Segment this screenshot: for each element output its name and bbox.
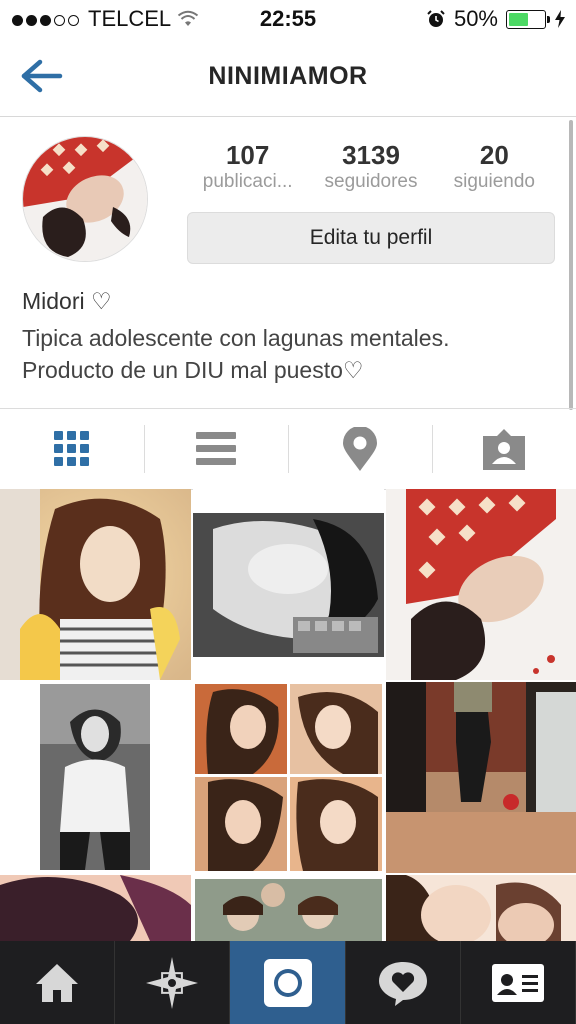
charging-bolt-icon [555,10,565,28]
posts-count: 107 [225,140,270,170]
tab-activity[interactable] [346,941,461,1024]
scrollbar[interactable] [569,120,573,410]
photo-thumbnail[interactable] [193,875,384,941]
back-button[interactable] [18,56,66,96]
bottom-tab-bar [0,941,576,1024]
grid-icon [54,431,89,466]
view-tabs [0,408,576,490]
profile-stats: 107 publicaci... 3139 seguidores 20 sigu… [186,140,556,194]
posts-label: publicaci... [202,171,293,192]
photo-thumbnail[interactable] [193,489,384,680]
followers-stat[interactable]: 3139 seguidores [309,140,432,194]
photo-thumbnail[interactable] [386,489,576,680]
photo-thumbnail[interactable] [386,682,576,873]
page-title: NINIMIAMOR [208,62,368,90]
navigation-bar: NINIMIAMOR [0,38,576,117]
profile-card-icon [491,963,544,1002]
photo-thumbnail[interactable] [193,682,384,873]
wifi-icon [178,10,199,26]
home-icon [36,963,79,1002]
list-icon [196,432,236,465]
explore-star-icon [146,956,199,1009]
following-label: siguiendo [453,171,535,192]
back-arrow-icon [21,59,63,93]
location-pin-icon [343,427,377,471]
tagged-person-icon [483,429,525,470]
followers-label: seguidores [324,171,418,192]
profile-name: Midori ♡ [22,288,112,314]
tab-grid-view[interactable] [0,409,144,489]
tab-home[interactable] [0,941,116,1024]
profile-bio: Tipica adolescente con lagunas mentales.… [22,322,562,386]
bio-line: Tipica adolescente con lagunas mentales. [22,325,450,351]
activity-heart-icon [378,961,427,1006]
following-stat[interactable]: 20 siguiendo [433,140,556,194]
profile-avatar[interactable] [22,136,148,262]
battery-icon [506,9,550,29]
tab-explore[interactable] [115,941,231,1024]
edit-profile-button[interactable]: Edita tu perfil [187,212,555,264]
tab-list-view[interactable] [144,409,288,489]
photo-thumbnail[interactable] [386,875,576,941]
tab-camera[interactable] [230,941,346,1024]
battery-percentage: 50% [453,6,498,31]
status-bar: TELCEL 22:55 50% [0,0,576,38]
photo-thumbnail[interactable] [0,682,191,873]
tab-map-view[interactable] [288,409,432,489]
carrier-name: TELCEL [88,6,172,31]
alarm-clock-icon [427,10,445,27]
photo-thumbnail[interactable] [0,489,191,680]
tab-profile[interactable] [461,941,576,1024]
bio-line: Producto de un DIU mal puesto♡ [22,357,364,383]
camera-icon [263,958,312,1007]
photo-thumbnail[interactable] [0,875,191,941]
posts-stat[interactable]: 107 publicaci... [186,140,309,194]
followers-count: 3139 [342,140,400,170]
tab-tagged-photos[interactable] [432,409,576,489]
following-count: 20 [479,140,509,170]
signal-strength-icon [12,6,82,32]
